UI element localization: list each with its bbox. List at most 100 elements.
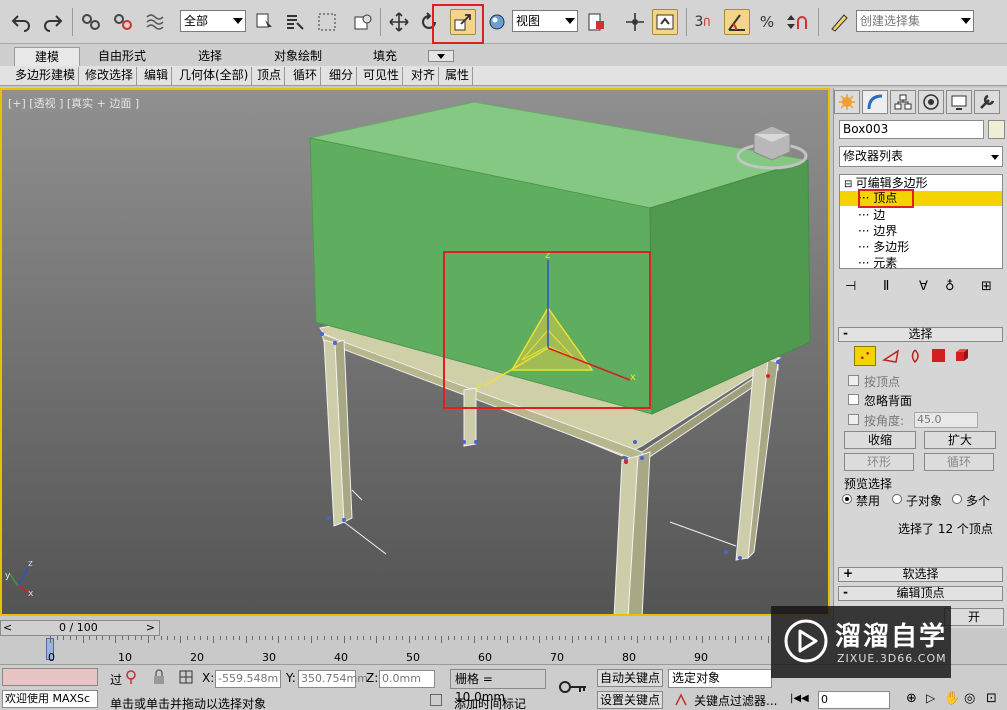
pivot-center-icon[interactable] [584,9,610,35]
key-mode-dropdown[interactable]: 选定对象 [668,669,772,688]
set-key-icon[interactable] [558,679,588,698]
remove-modifier-icon[interactable]: ♁ [945,279,955,294]
track-bar[interactable]: 0 10 20 30 40 50 60 70 80 90 [0,636,830,664]
window-crossing-icon[interactable] [350,9,376,35]
selection-rollout-header[interactable]: - 选择 [838,327,1003,342]
subtab-vertices[interactable]: 顶点 [254,67,286,85]
show-end-result-icon[interactable]: Ⅱ [883,279,889,294]
set-key-button[interactable]: 设置关键点 [597,691,663,709]
polygon-mode-icon[interactable] [932,349,945,362]
orbit-icon[interactable]: ◎ [964,691,975,706]
ring-button[interactable]: 环形 [844,453,914,471]
x-coordinate-field[interactable]: -559.548m [215,670,281,688]
angle-spinner[interactable]: 45.0 [914,412,978,428]
object-color-swatch[interactable] [988,120,1005,139]
subtab-geometry-all[interactable]: 几何体(全部) [176,67,253,85]
modifier-list-dropdown[interactable]: 修改器列表 [839,146,1003,167]
create-tab-icon[interactable] [834,90,860,114]
element-mode-icon[interactable] [954,347,970,366]
hierarchy-tab-icon[interactable] [890,90,916,114]
tab-selection[interactable]: 选择 [170,47,250,66]
redo-icon[interactable] [40,9,66,35]
by-vertex-checkbox[interactable] [848,375,859,386]
zoom-all-icon[interactable]: ▷ [926,691,935,705]
edge-mode-icon[interactable] [881,348,900,367]
z-coordinate-field[interactable]: 0.0mm [379,670,435,688]
stack-item-polygon[interactable]: ··· 多边形 [858,240,909,255]
stack-item-element[interactable]: ··· 元素 [858,256,897,271]
current-frame-field[interactable]: 0 [818,691,890,709]
tab-populate[interactable]: 填充 [350,47,420,66]
make-unique-icon[interactable]: ∀ [919,279,928,294]
preview-multiple-radio[interactable] [952,494,962,504]
spinner-snap-icon[interactable] [784,9,810,35]
named-selection-dropdown[interactable]: 创建选择集 [856,10,974,32]
pin-stack-icon[interactable]: ⊣ [845,279,856,294]
zoom-icon[interactable]: ⊕ [906,691,917,706]
shrink-button[interactable]: 收缩 [844,431,916,449]
subtab-visibility[interactable]: 可见性 [360,67,404,85]
isolate-selection-icon[interactable] [124,669,138,688]
select-and-link-icon[interactable] [78,9,104,35]
by-angle-checkbox[interactable] [848,414,859,425]
ignore-backface-checkbox[interactable] [848,394,859,405]
pan-icon[interactable]: ✋ [944,691,960,706]
tab-object-paint[interactable]: 对象绘制 [260,47,336,66]
ribbon-options-icon[interactable] [428,50,454,62]
time-next-icon[interactable]: > [146,621,155,635]
bind-spacewarp-icon[interactable] [142,9,168,35]
break-button[interactable]: 开 [944,608,1004,626]
placement-icon[interactable] [484,9,510,35]
loop-button[interactable]: 循环 [924,453,994,471]
perspective-viewport[interactable]: z x y z x y [+] [透视 ] [真实 + 边面 ] [0,88,830,616]
unlink-icon[interactable] [110,9,136,35]
subtab-align[interactable]: 对齐 [408,67,440,85]
selection-lock-icon[interactable] [152,669,166,688]
maxscript-listener[interactable] [2,668,98,686]
time-tag-icon[interactable] [430,694,442,706]
subtab-edit[interactable]: 编辑 [141,67,173,85]
reference-coord-dropdown[interactable]: 视图 [512,10,578,32]
preview-subobject-radio[interactable] [892,494,902,504]
go-to-start-icon[interactable]: |◀◀ [790,693,809,704]
angle-snap-icon[interactable] [724,9,750,35]
select-by-name-icon[interactable] [282,9,308,35]
motion-tab-icon[interactable] [918,90,944,114]
time-prev-icon[interactable]: < [3,621,12,635]
subtab-subdivision[interactable]: 细分 [326,67,358,85]
snaps-toggle-icon[interactable]: 3 [692,9,718,35]
manipulate-icon[interactable] [622,9,648,35]
auto-key-button[interactable]: 自动关键点 [597,669,663,687]
display-tab-icon[interactable] [946,90,972,114]
select-object-icon[interactable] [252,9,278,35]
vertex-mode-icon[interactable] [854,346,876,366]
key-filter-button[interactable]: 关键点过滤器... [694,692,777,709]
edit-named-selection-icon[interactable] [826,9,852,35]
subtab-modify-selection[interactable]: 修改选择 [82,67,138,85]
selection-filter-dropdown[interactable]: 全部 [180,10,246,32]
add-time-tag-button[interactable]: 添加时间标记 [454,695,526,710]
tab-modeling[interactable]: 建模 [14,47,80,66]
subtab-properties[interactable]: 属性 [442,67,474,85]
subtab-loops[interactable]: 循环 [290,67,322,85]
subtab-polygon-modeling[interactable]: 多边形建模 [12,67,80,85]
maxscript-mini-listener[interactable]: 欢迎使用 MAXSc [2,690,98,708]
utilities-tab-icon[interactable] [974,90,1000,114]
stack-item-edge[interactable]: ··· 边 [858,208,885,223]
stack-item-border[interactable]: ··· 边界 [858,224,897,239]
tab-freeform[interactable]: 自由形式 [84,47,160,66]
maximize-viewport-icon[interactable]: ⊡ [986,691,997,706]
preview-off-radio[interactable] [842,494,852,504]
grow-button[interactable]: 扩大 [924,431,996,449]
soft-selection-rollout-header[interactable]: + 软选择 [838,567,1003,582]
percent-snap-icon[interactable]: % [754,9,780,35]
scale-icon[interactable] [450,9,476,35]
keyboard-shortcut-override-icon[interactable] [652,9,678,35]
time-slider[interactable]: < 0 / 100 > [0,620,160,636]
undo-icon[interactable] [8,9,34,35]
border-mode-icon[interactable] [908,348,922,367]
rect-selection-icon[interactable] [314,9,340,35]
move-icon[interactable] [386,9,412,35]
configure-modifier-sets-icon[interactable]: ⊞ [981,279,992,294]
y-coordinate-field[interactable]: 350.754mm [298,670,368,688]
